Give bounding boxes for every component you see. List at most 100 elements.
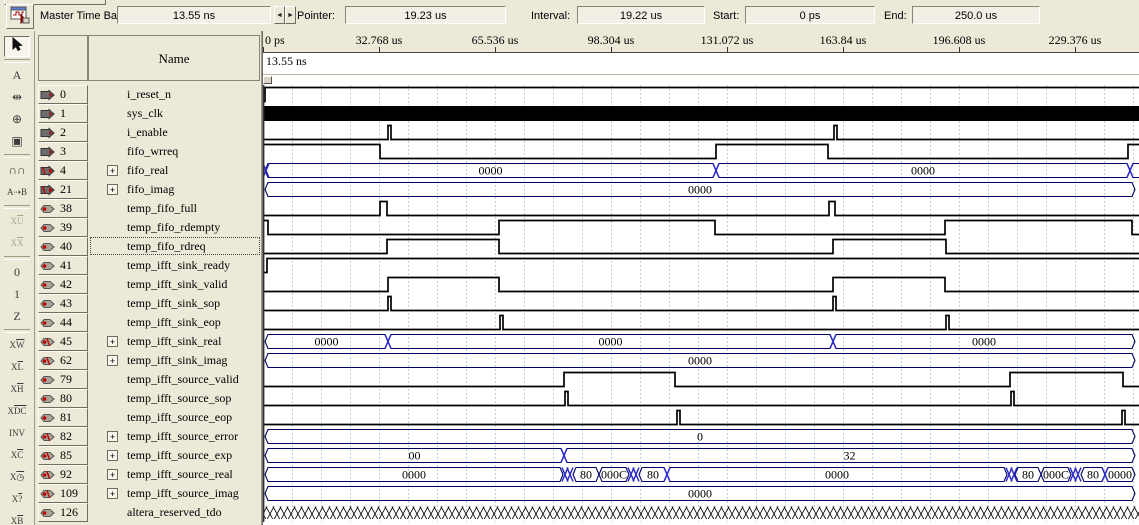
weak-low-tool[interactable]: XL	[4, 357, 30, 378]
signal-row-temp_ifft_sink_real[interactable]: 45 + temp_ifft_sink_real	[35, 332, 262, 351]
start-value[interactable]: 0 ps	[745, 6, 875, 24]
signal-name[interactable]: temp_ifft_sink_ready	[127, 258, 230, 273]
signal-number-button[interactable]: 109	[38, 484, 88, 503]
signal-name[interactable]: temp_fifo_rdempty	[127, 220, 220, 235]
dont-care-tool[interactable]: XDC	[4, 401, 30, 422]
signal-number-button[interactable]: 62	[38, 351, 88, 370]
arbitrary-value-tool[interactable]: X?	[4, 489, 30, 510]
expand-button[interactable]: +	[107, 450, 118, 461]
signal-row-temp_ifft_sink_sop[interactable]: 43 temp_ifft_sink_sop	[35, 294, 262, 313]
signal-name[interactable]: fifo_real	[127, 163, 168, 178]
signal-name[interactable]: temp_ifft_source_error	[127, 429, 238, 444]
master-time-bar-spin-right[interactable]: ►	[285, 6, 296, 24]
expand-button[interactable]: +	[107, 355, 118, 366]
signal-number-button[interactable]: 41	[38, 256, 88, 275]
signal-row-temp_ifft_source_imag[interactable]: 109 + temp_ifft_source_imag	[35, 484, 262, 503]
signal-row-fifo_real[interactable]: 4 + fifo_real	[35, 161, 262, 180]
signal-name[interactable]: temp_ifft_sink_valid	[127, 277, 227, 292]
signal-row-fifo_imag[interactable]: 21 + fifo_imag	[35, 180, 262, 199]
signal-number-button[interactable]: 81	[38, 408, 88, 427]
signal-name[interactable]: temp_ifft_sink_imag	[127, 353, 227, 368]
signal-row-temp_ifft_source_real[interactable]: 92 + temp_ifft_source_real	[35, 465, 262, 484]
signal-name[interactable]: temp_fifo_rdreq	[127, 239, 206, 254]
waveform-editor-button[interactable]	[6, 4, 34, 29]
signal-number-button[interactable]: 43	[38, 294, 88, 313]
signal-row-temp_fifo_full[interactable]: 38 temp_fifo_full	[35, 199, 262, 218]
signal-name[interactable]: temp_ifft_source_real	[127, 467, 233, 482]
signal-name[interactable]: sys_clk	[127, 106, 163, 121]
signal-name[interactable]: temp_ifft_source_valid	[127, 372, 239, 387]
signal-name[interactable]: temp_ifft_sink_real	[127, 334, 221, 349]
expand-button[interactable]: +	[107, 488, 118, 499]
signal-row-i_enable[interactable]: 2 i_enable	[35, 123, 262, 142]
master-time-bar-line[interactable]	[263, 85, 265, 522]
signal-number-button[interactable]: 40	[38, 237, 88, 256]
signal-number-button[interactable]: 80	[38, 389, 88, 408]
signal-number-button[interactable]: 92	[38, 465, 88, 484]
signal-number-button[interactable]: 21	[38, 180, 88, 199]
signal-name[interactable]: temp_ifft_sink_eop	[127, 315, 221, 330]
time-axis[interactable]: 0 ps 32.768 us 65.536 us 98.304 us 131.072 u…	[263, 31, 1139, 53]
signal-name[interactable]: temp_ifft_source_eop	[127, 410, 232, 425]
interval-value[interactable]: 19.22 us	[577, 6, 705, 24]
expand-button[interactable]: +	[107, 469, 118, 480]
signal-row-temp_ifft_source_valid[interactable]: 79 temp_ifft_source_valid	[35, 370, 262, 389]
master-time-bar-handle[interactable]	[263, 76, 272, 84]
weak-high-tool[interactable]: XH	[4, 379, 30, 400]
signal-number-button[interactable]: 44	[38, 313, 88, 332]
signal-name[interactable]: altera_reserved_tdo	[127, 505, 222, 520]
waveform-edit-tool[interactable]: ⇹	[4, 87, 30, 108]
random-value-tool[interactable]: XB	[4, 511, 30, 525]
signal-row-temp_fifo_rdempty[interactable]: 39 temp_fifo_rdempty	[35, 218, 262, 237]
signal-name[interactable]: temp_ifft_source_sop	[127, 391, 231, 406]
waveform-canvas[interactable]: 0000 000000000000 0000 00000000000 320000 80 0…	[263, 85, 1139, 525]
signal-name[interactable]: temp_fifo_full	[127, 201, 197, 216]
clock-tool[interactable]: X◷	[4, 467, 30, 488]
master-time-bar-strip[interactable]: 13.55 ns	[263, 53, 1139, 75]
signal-number-button[interactable]: 79	[38, 370, 88, 389]
signal-row-temp_ifft_source_error[interactable]: 82 + temp_ifft_source_error	[35, 427, 262, 446]
signal-name[interactable]: temp_ifft_sink_sop	[127, 296, 220, 311]
expand-button[interactable]: +	[107, 431, 118, 442]
signal-row-temp_ifft_sink_valid[interactable]: 42 temp_ifft_sink_valid	[35, 275, 262, 294]
signal-row-temp_ifft_sink_imag[interactable]: 62 + temp_ifft_sink_imag	[35, 351, 262, 370]
force-low-tool[interactable]: 0	[4, 262, 30, 283]
signal-row-temp_ifft_source_exp[interactable]: 85 + temp_ifft_source_exp	[35, 446, 262, 465]
signal-number-button[interactable]: 4	[38, 161, 88, 180]
signal-name[interactable]: fifo_wrreq	[127, 144, 178, 159]
signal-row-fifo_wrreq[interactable]: 3 fifo_wrreq	[35, 142, 262, 161]
signal-name[interactable]: fifo_imag	[127, 182, 174, 197]
expand-button[interactable]: +	[107, 165, 118, 176]
uncertainty-tool[interactable]: XU	[4, 211, 30, 232]
signal-row-sys_clk[interactable]: 1 sys_clk	[35, 104, 262, 123]
signal-name[interactable]: temp_ifft_source_exp	[127, 448, 232, 463]
expand-button[interactable]: +	[107, 336, 118, 347]
expand-button[interactable]: +	[107, 184, 118, 195]
signal-number-button[interactable]: 1	[38, 104, 88, 123]
pointer-value[interactable]: 19.23 us	[345, 6, 506, 24]
signal-row-i_reset_n[interactable]: 0 i_reset_n	[35, 85, 262, 104]
signal-number-button[interactable]: 45	[38, 332, 88, 351]
signal-number-button[interactable]: 0	[38, 85, 88, 104]
signal-number-button[interactable]: 82	[38, 427, 88, 446]
signal-number-button[interactable]: 126	[38, 503, 88, 522]
weak-unknown-tool[interactable]: XW	[4, 335, 30, 356]
signal-number-button[interactable]: 39	[38, 218, 88, 237]
signal-row-altera_reserved_tdo[interactable]: 126 altera_reserved_tdo	[35, 503, 262, 522]
signal-number-button[interactable]: 85	[38, 446, 88, 465]
signal-row-temp_ifft_source_sop[interactable]: 80 temp_ifft_source_sop	[35, 389, 262, 408]
count-value-tool[interactable]: XC	[4, 445, 30, 466]
signal-number-button[interactable]: 42	[38, 275, 88, 294]
master-time-bar-spin-left[interactable]: ◄	[274, 6, 285, 24]
zoom-tool[interactable]: ⊕	[4, 109, 30, 130]
force-high-tool[interactable]: 1	[4, 284, 30, 305]
selection-tool[interactable]	[4, 36, 30, 57]
signal-number-button[interactable]: 3	[38, 142, 88, 161]
invert-tool[interactable]: INV	[4, 423, 30, 444]
signal-row-temp_ifft_sink_eop[interactable]: 44 temp_ifft_sink_eop	[35, 313, 262, 332]
text-tool[interactable]: A	[4, 65, 30, 86]
signal-row-temp_fifo_rdreq[interactable]: 40 temp_fifo_rdreq	[35, 237, 262, 256]
end-value[interactable]: 250.0 us	[912, 6, 1040, 24]
invert-selection-tool[interactable]: XX	[4, 233, 30, 254]
replace-tool[interactable]: A⇢B	[4, 182, 30, 203]
